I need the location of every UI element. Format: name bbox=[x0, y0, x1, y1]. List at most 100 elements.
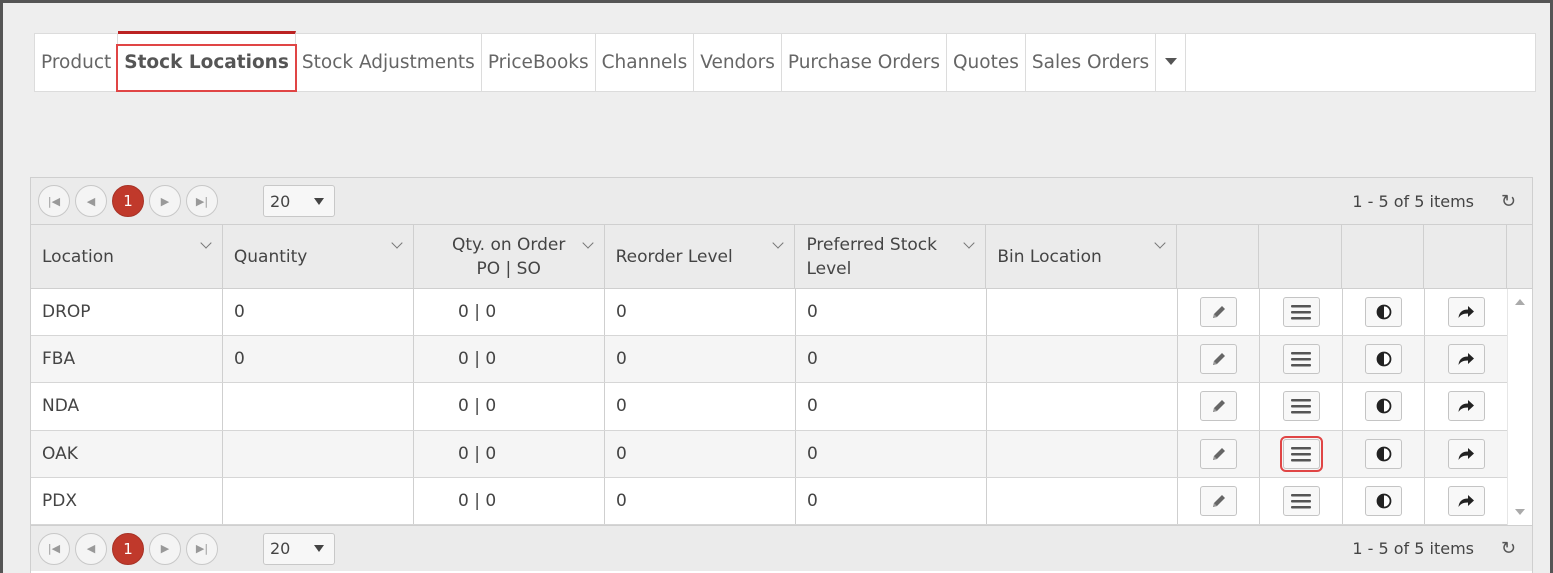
next-page-button[interactable]: ▶ bbox=[149, 185, 181, 217]
cell-action bbox=[1343, 336, 1425, 383]
pencil-icon bbox=[1211, 446, 1227, 462]
col-qty-on-order[interactable]: Qty. on Order PO | SO bbox=[414, 225, 605, 288]
edit-button[interactable] bbox=[1200, 391, 1237, 422]
details-button[interactable] bbox=[1282, 344, 1320, 375]
cell-reorder-level: 0 bbox=[605, 477, 796, 524]
cell-action bbox=[1260, 383, 1343, 430]
prev-page-button[interactable]: ◀ bbox=[75, 185, 107, 217]
table-row[interactable]: NDA 0 | 000 bbox=[31, 383, 1532, 431]
pager-bottom: |◀ ◀ 1 ▶ ▶| 20 1 - 5 of 5 items ↻ bbox=[31, 525, 1532, 571]
col-reorder-level[interactable]: Reorder Level bbox=[605, 225, 796, 288]
adjust-button[interactable] bbox=[1365, 297, 1402, 328]
col-location[interactable]: Location bbox=[31, 225, 223, 288]
first-page-button[interactable]: |◀ bbox=[38, 185, 70, 217]
page-size-select[interactable]: 20 bbox=[263, 185, 335, 217]
menu-icon bbox=[1290, 492, 1312, 510]
table-row[interactable]: DROP 0 0 | 000 bbox=[31, 289, 1532, 337]
col-action-adjust bbox=[1342, 225, 1425, 288]
chevron-down-icon[interactable] bbox=[581, 237, 594, 249]
details-button[interactable] bbox=[1282, 391, 1320, 422]
table-body: DROP 0 0 | 0 0 0 FBA 0 0 | 0 0 0 NDA 0 | 0 0 0 OAK 0 | … bbox=[31, 289, 1532, 525]
prev-page-button[interactable]: ◀ bbox=[75, 532, 107, 565]
chevron-down-icon[interactable] bbox=[1154, 237, 1166, 249]
adjust-button[interactable] bbox=[1365, 438, 1402, 469]
pager-top: |◀ ◀ 1 ▶ ▶| 20 1 - 5 of 5 items ↻ bbox=[31, 178, 1532, 224]
cell-action bbox=[1425, 477, 1508, 524]
cell-action bbox=[1260, 336, 1343, 383]
col-action-transfer bbox=[1424, 225, 1508, 288]
edit-button[interactable] bbox=[1200, 297, 1237, 328]
refresh-icon[interactable]: ↻ bbox=[1501, 538, 1516, 559]
first-page-button[interactable]: |◀ bbox=[38, 532, 70, 565]
share-icon bbox=[1457, 304, 1475, 320]
transfer-button[interactable] bbox=[1447, 485, 1485, 516]
last-page-button[interactable]: ▶| bbox=[186, 532, 218, 565]
edit-button[interactable] bbox=[1200, 438, 1237, 469]
next-page-icon: ▶ bbox=[160, 194, 170, 208]
tab-channels[interactable]: Channels bbox=[596, 34, 695, 91]
chevron-down-icon[interactable] bbox=[772, 237, 785, 249]
transfer-button[interactable] bbox=[1447, 438, 1485, 469]
details-button[interactable] bbox=[1282, 485, 1320, 516]
tab-vendors[interactable]: Vendors bbox=[694, 34, 782, 91]
contrast-icon bbox=[1376, 493, 1392, 509]
vertical-scrollbar[interactable] bbox=[1507, 289, 1532, 525]
scroll-down-icon[interactable] bbox=[1515, 509, 1525, 515]
cell-preferred: 0 bbox=[796, 336, 987, 383]
cell-action bbox=[1260, 477, 1343, 524]
tab-sales-orders[interactable]: Sales Orders bbox=[1026, 34, 1157, 91]
tab-purchase-orders[interactable]: Purchase Orders bbox=[782, 34, 947, 91]
details-button[interactable] bbox=[1279, 435, 1323, 472]
edit-button[interactable] bbox=[1200, 485, 1237, 516]
caret-down-icon bbox=[1164, 58, 1177, 65]
adjust-button[interactable] bbox=[1365, 485, 1402, 516]
table-row[interactable]: FBA 0 0 | 000 bbox=[31, 336, 1532, 384]
edit-button[interactable] bbox=[1200, 344, 1237, 375]
table-row[interactable]: OAK 0 | 000 bbox=[31, 430, 1532, 478]
tab-stock-locations[interactable]: Stock Locations bbox=[116, 31, 297, 92]
app-frame: Product Stock Locations Stock Adjustment… bbox=[0, 0, 1553, 573]
tab-quotes[interactable]: Quotes bbox=[947, 34, 1026, 91]
adjust-button[interactable] bbox=[1365, 391, 1402, 422]
tab-pricebooks[interactable]: PriceBooks bbox=[482, 34, 596, 91]
transfer-button[interactable] bbox=[1447, 391, 1485, 422]
transfer-button[interactable] bbox=[1447, 297, 1485, 328]
cell-reorder-level: 0 bbox=[605, 336, 796, 383]
more-tabs-dropdown[interactable] bbox=[1156, 34, 1187, 91]
last-page-icon: ▶| bbox=[195, 194, 209, 208]
cell-quantity: 0 bbox=[223, 289, 414, 336]
contrast-icon bbox=[1376, 351, 1392, 367]
refresh-icon[interactable]: ↻ bbox=[1501, 191, 1516, 212]
cell-reorder-level: 0 bbox=[605, 383, 796, 430]
col-preferred-stock-level[interactable]: Preferred Stock Level bbox=[795, 225, 987, 288]
tab-stock-adjustments[interactable]: Stock Adjustments bbox=[296, 34, 482, 91]
last-page-button[interactable]: ▶| bbox=[186, 185, 218, 217]
current-page-button[interactable]: 1 bbox=[112, 185, 144, 217]
cell-qty-on-order: 0 | 0 bbox=[414, 430, 605, 477]
cell-bin bbox=[987, 383, 1178, 430]
chevron-down-icon[interactable] bbox=[963, 237, 976, 249]
table-row[interactable]: PDX 0 | 000 bbox=[31, 477, 1532, 525]
col-bin-location[interactable]: Bin Location bbox=[986, 225, 1178, 288]
share-icon bbox=[1457, 493, 1475, 509]
tab-product[interactable]: Product bbox=[35, 34, 119, 91]
next-page-button[interactable]: ▶ bbox=[149, 532, 181, 565]
details-button[interactable] bbox=[1282, 297, 1320, 328]
cell-quantity: 0 bbox=[223, 336, 414, 383]
stock-locations-grid: |◀ ◀ 1 ▶ ▶| 20 1 - 5 of 5 items ↻ Locati… bbox=[30, 177, 1533, 573]
chevron-down-icon[interactable] bbox=[391, 237, 403, 249]
col-quantity[interactable]: Quantity bbox=[223, 225, 414, 288]
prev-page-icon: ◀ bbox=[86, 542, 96, 555]
scroll-up-icon[interactable] bbox=[1515, 299, 1525, 305]
share-icon bbox=[1457, 398, 1475, 414]
current-page-button[interactable]: 1 bbox=[112, 532, 144, 565]
page-size-select[interactable]: 20 bbox=[263, 532, 335, 565]
prev-page-icon: ◀ bbox=[86, 194, 96, 208]
transfer-button[interactable] bbox=[1447, 344, 1485, 375]
chevron-down-icon[interactable] bbox=[200, 237, 212, 249]
pencil-icon bbox=[1211, 351, 1227, 367]
contrast-icon bbox=[1376, 398, 1392, 414]
cell-action bbox=[1425, 336, 1508, 383]
caret-down-icon bbox=[314, 545, 324, 552]
adjust-button[interactable] bbox=[1365, 344, 1402, 375]
